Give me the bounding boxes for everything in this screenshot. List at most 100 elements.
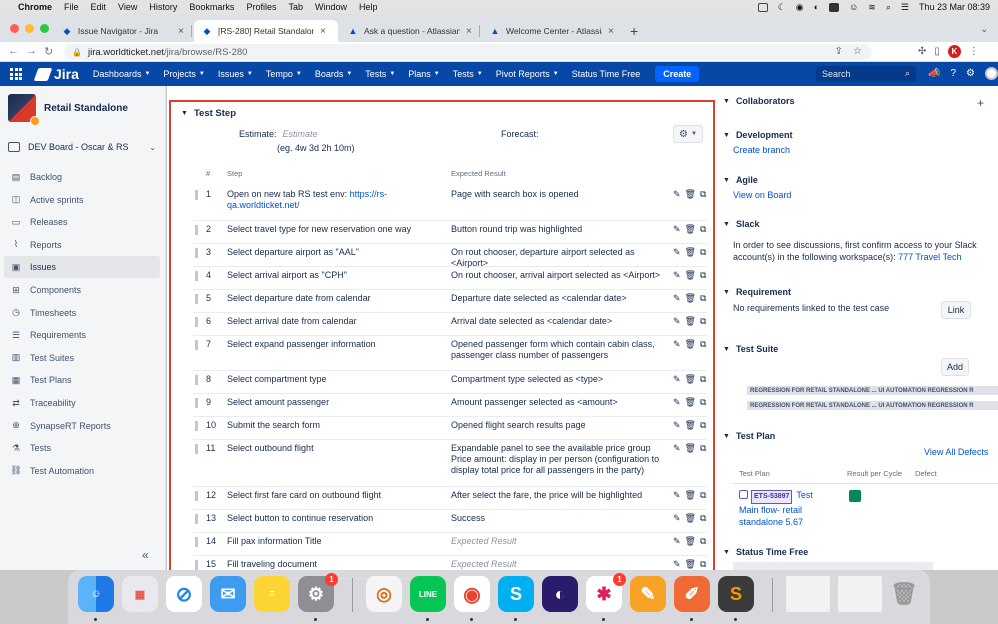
nav-plans[interactable]: Plans ▼ [408,69,439,79]
copy-icon[interactable]: ⧉ [700,316,706,327]
development-section[interactable]: ▼ Development [723,130,792,140]
test-step-row[interactable]: 5 Select departure date from calendar Depa… [193,290,707,313]
postman-icon[interactable]: ✐ [674,576,710,612]
app-switcher-icon[interactable] [10,68,22,80]
test-step-row[interactable]: 8 Select compartment type Compartment type… [193,371,707,394]
agile-section[interactable]: ▼ Agile [723,175,758,185]
browser-tab-rs-280[interactable]: ◆ [RS-280] Retail Standalone. Ne × [194,20,338,42]
test-step-row[interactable]: 1 Open on new tab RS test env: https://rs… [193,186,707,221]
edit-icon[interactable]: ✎ [673,270,681,281]
nav-tempo[interactable]: Tempo ▼ [266,69,302,79]
drag-handle-icon[interactable] [195,225,198,235]
launchpad-icon[interactable]: ▦ [122,576,158,612]
lock-icon[interactable]: 🔒 [72,48,82,57]
step-text[interactable]: Select compartment type [227,374,437,385]
toggle-icon[interactable]: ◐ [814,2,819,12]
window-thumbnail-icon[interactable] [786,576,830,612]
step-text[interactable]: Select first fare card on outbound fligh… [227,490,437,501]
step-text[interactable]: Select expand passenger information [227,339,437,350]
sidebar-item-releases[interactable]: ▭ Releases [4,211,160,233]
delete-icon[interactable]: 🗑 [685,443,696,454]
address-bar[interactable]: 🔒 jira.worldticket.net/jira/browse/RS-28… [64,44,872,60]
link-requirement-button[interactable]: Link [941,301,971,319]
sidebar-item-test-plans[interactable]: ▦ Test Plans [4,369,160,391]
browser-tab-ask-question[interactable]: ▲ Ask a question - Atlassian Com × [340,20,480,42]
expected-result-text[interactable]: Expected Result [451,559,669,570]
nav-issues[interactable]: Issues ▼ [218,69,253,79]
expected-result-text[interactable]: On rout chooser, departure airport selec… [451,247,669,269]
copy-icon[interactable]: ⧉ [700,293,706,304]
menu-profiles[interactable]: Profiles [246,2,276,12]
drag-handle-icon[interactable] [195,537,198,547]
copy-icon[interactable]: ⧉ [700,247,706,258]
slack-workspace-link[interactable]: 777 Travel Tech [898,252,961,262]
slack-icon[interactable]: ✱ 1 [586,573,626,612]
copy-icon[interactable]: ⧉ [700,270,706,281]
edit-icon[interactable]: ✎ [673,397,681,408]
edit-icon[interactable]: ✎ [673,224,681,235]
close-tab-icon[interactable]: × [178,26,184,37]
edit-icon[interactable]: ✎ [673,339,681,350]
delete-icon[interactable]: 🗑 [685,374,696,385]
nav-projects[interactable]: Projects ▼ [163,69,204,79]
menu-edit[interactable]: Edit [91,2,107,12]
sidebar-item-requirements[interactable]: ☰ Requirements [4,324,160,346]
slack-section[interactable]: ▼ Slack [723,219,759,229]
test-step-row[interactable]: 4 Select arrival airport as "CPH" On rout … [193,267,707,290]
test-step-settings-button[interactable]: ⚙ ▼ [673,125,703,143]
delete-icon[interactable]: 🗑 [685,513,696,524]
sidebar-item-synapsert-reports[interactable]: ⊕ SynapseRT Reports [4,415,160,437]
expected-result-text[interactable]: Compartment type selected as <type> [451,374,669,385]
pencil-app-icon[interactable]: ✎ [630,576,666,612]
jira-search-input[interactable]: Search ⌕ [816,66,916,82]
extensions-icon[interactable]: ✣ [918,46,926,57]
drag-handle-icon[interactable] [195,491,198,501]
drag-handle-icon[interactable] [195,375,198,385]
copy-icon[interactable]: ⧉ [700,420,706,431]
view-on-board-link[interactable]: View on Board [733,190,791,200]
menu-history[interactable]: History [149,2,177,12]
drag-handle-icon[interactable] [195,294,198,304]
close-tab-icon[interactable]: × [466,26,472,37]
system-settings-icon[interactable]: ⚙ 1 [298,573,338,612]
step-text[interactable]: Fill pax information Title [227,536,437,547]
chrome-icon[interactable]: ◉ [454,576,490,612]
test-step-row[interactable]: 9 Select amount passenger Amount passenger… [193,394,707,417]
sublime-icon[interactable]: S [718,576,754,612]
back-icon[interactable]: ← [8,45,19,57]
app-icon[interactable]: ◐ [542,576,578,612]
headphones-icon[interactable]: ◉ [796,2,804,13]
notifications-icon[interactable]: 📣 [928,68,940,79]
line-icon[interactable]: LINE [410,576,446,612]
jira-logo[interactable]: Jira [33,66,79,82]
more-menu-icon[interactable]: ⋮ [969,46,979,57]
search-icon[interactable]: ⌕ [886,2,891,13]
sidebar-item-active-sprints[interactable]: ◫ Active sprints [4,189,160,211]
share-icon[interactable]: ⇪ [835,46,843,57]
skype-icon[interactable]: S [498,576,534,612]
add-test-suite-button[interactable]: Add [941,358,969,376]
test-step-row[interactable]: 10 Submit the search form Opened flight se… [193,417,707,440]
sidebar-item-tests[interactable]: ⚗ Tests [4,437,160,459]
delete-icon[interactable]: 🗑 [685,490,696,501]
step-text[interactable]: Select button to continue reservation [227,513,437,524]
menu-view[interactable]: View [118,2,137,12]
wifi-icon[interactable]: ≋ [868,2,876,13]
create-branch-link[interactable]: Create branch [733,145,790,155]
input-source-icon[interactable] [829,2,840,12]
expected-result-text[interactable]: Button round trip was highlighted [451,224,669,235]
copy-icon[interactable]: ⧉ [700,224,706,235]
copy-icon[interactable]: ⧉ [700,559,706,570]
delete-icon[interactable]: 🗑 [685,420,696,431]
expected-result-text[interactable]: Amount passenger selected as <amount> [451,397,669,408]
menu-file[interactable]: File [64,2,79,12]
notes-icon[interactable]: ≡ [254,576,290,612]
delete-icon[interactable]: 🗑 [685,224,696,235]
step-text[interactable]: Open on new tab RS test env: https://rs-… [227,189,437,211]
forward-icon[interactable]: → [26,45,37,57]
drag-handle-icon[interactable] [195,271,198,281]
drag-handle-icon[interactable] [195,444,198,454]
edit-icon[interactable]: ✎ [673,316,681,327]
expected-result-text[interactable]: On rout chooser, arrival airport selecte… [451,270,669,281]
menu-bookmarks[interactable]: Bookmarks [189,2,234,12]
